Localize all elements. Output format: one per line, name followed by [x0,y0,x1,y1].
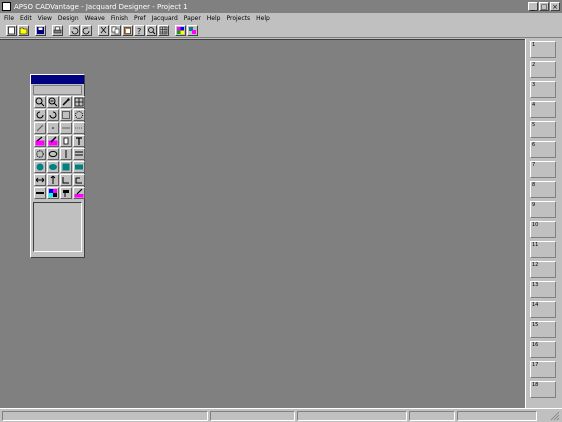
select-lasso-icon[interactable] [73,109,85,121]
grid-icon[interactable] [73,96,85,108]
grid-icon[interactable] [158,24,169,36]
filled-circle-icon[interactable] [34,161,46,173]
tool-grid [34,96,85,199]
close-button[interactable]: × [550,2,560,11]
palette-title-bar[interactable] [31,75,84,84]
filled-square-icon[interactable] [60,161,72,173]
magenta-brush-icon[interactable] [73,187,85,199]
color-stack-panel: 1 2 3 4 5 6 7 8 9 10 11 12 13 14 15 16 1… [525,39,562,408]
panel-cell[interactable]: 5 [530,121,556,138]
brush-magenta-icon[interactable] [47,135,59,147]
menu-help-1[interactable]: Help [207,15,221,22]
menu-paper[interactable]: Paper [184,15,201,22]
menu-design[interactable]: Design [58,15,79,22]
menu-jacquard[interactable]: Jacquard [152,15,178,22]
panel-cell[interactable]: 17 [530,361,556,378]
help-icon[interactable]: ? [134,24,145,36]
panel-cell[interactable]: 9 [530,201,556,218]
menu-view[interactable]: View [38,15,52,22]
eyedropper-icon[interactable] [60,96,72,108]
panel-cell[interactable]: 13 [530,281,556,298]
panel-cell[interactable]: 10 [530,221,556,238]
pattern-icon[interactable] [34,187,46,199]
color-icon[interactable] [175,24,186,36]
zoom-icon[interactable] [146,24,157,36]
menu-pref[interactable]: Pref [134,15,146,22]
select-rect-icon[interactable] [60,109,72,121]
paste-icon[interactable] [122,24,133,36]
rotate-icon[interactable] [34,109,46,121]
resize-grip-icon[interactable] [550,411,560,421]
menu-edit[interactable]: Edit [20,15,32,22]
window-title: APSO CADVantage - Jacquard Designer - Pr… [14,2,188,11]
color-swatch-icon[interactable] [47,187,59,199]
panel-cell[interactable]: 2 [530,61,556,78]
tool-palette [30,74,85,258]
open-icon[interactable] [18,24,29,36]
paint-icon[interactable] [60,187,72,199]
minimize-button[interactable]: _ [528,2,538,11]
status-section [297,411,407,421]
panel-cell[interactable]: 18 [530,381,556,398]
text-icon[interactable] [73,135,85,147]
toolbar: ? [0,23,562,38]
vertical-arrow-icon[interactable] [47,174,59,186]
menu-file[interactable]: File [4,15,14,22]
panel-cell[interactable]: 7 [530,161,556,178]
vertical-line-icon[interactable] [60,148,72,160]
rotate-left-icon[interactable] [47,109,59,121]
status-section [2,411,208,421]
redo-icon[interactable] [81,24,92,36]
status-bar [0,408,562,422]
panel-cell[interactable]: 4 [530,101,556,118]
corner-icon[interactable] [60,174,72,186]
cut-icon[interactable] [98,24,109,36]
horizontal-lines-icon[interactable] [73,148,85,160]
print-icon[interactable] [52,24,63,36]
new-icon[interactable] [6,24,17,36]
copy-icon[interactable] [110,24,121,36]
panel-cell[interactable]: 3 [530,81,556,98]
swap-icon[interactable] [187,24,198,36]
zoom-out-icon[interactable] [47,96,59,108]
spray-icon[interactable] [73,122,85,134]
dots-icon[interactable] [47,122,59,134]
panel-cell[interactable]: 8 [530,181,556,198]
panel-cell[interactable]: 16 [530,341,556,358]
menu-help-2[interactable]: Help [256,15,270,22]
status-section [210,411,295,421]
circle-icon[interactable] [34,148,46,160]
corner-right-icon[interactable] [73,174,85,186]
panel-cell[interactable]: 12 [530,261,556,278]
status-section [409,411,455,421]
panel-cell[interactable]: 15 [530,321,556,338]
panel-cell[interactable]: 14 [530,301,556,318]
fill-magenta-icon[interactable] [34,135,46,147]
maximize-button[interactable]: □ [539,2,549,11]
zoom-in-icon[interactable] [34,96,46,108]
panel-cell[interactable]: 6 [530,141,556,158]
save-icon[interactable] [35,24,46,36]
menu-bar: File Edit View Design Weave Finish Pref … [0,13,562,23]
palette-preview [33,202,82,252]
filled-rect-icon[interactable] [73,161,85,173]
ellipse-icon[interactable] [47,148,59,160]
title-bar: APSO CADVantage - Jacquard Designer - Pr… [0,0,562,13]
bucket-icon[interactable] [60,135,72,147]
status-section [457,411,537,421]
menu-weave[interactable]: Weave [85,15,105,22]
palette-field[interactable] [33,85,82,95]
line-icon[interactable] [60,122,72,134]
filled-ellipse-icon[interactable] [47,161,59,173]
pencil-icon[interactable] [34,122,46,134]
menu-projects[interactable]: Projects [226,15,250,22]
undo-icon[interactable] [69,24,80,36]
panel-cell[interactable]: 1 [530,41,556,58]
panel-cell[interactable]: 11 [530,241,556,258]
menu-finish[interactable]: Finish [111,15,128,22]
app-icon [2,2,11,11]
svg-text:?: ? [137,27,141,35]
horizontal-arrow-icon[interactable] [34,174,46,186]
